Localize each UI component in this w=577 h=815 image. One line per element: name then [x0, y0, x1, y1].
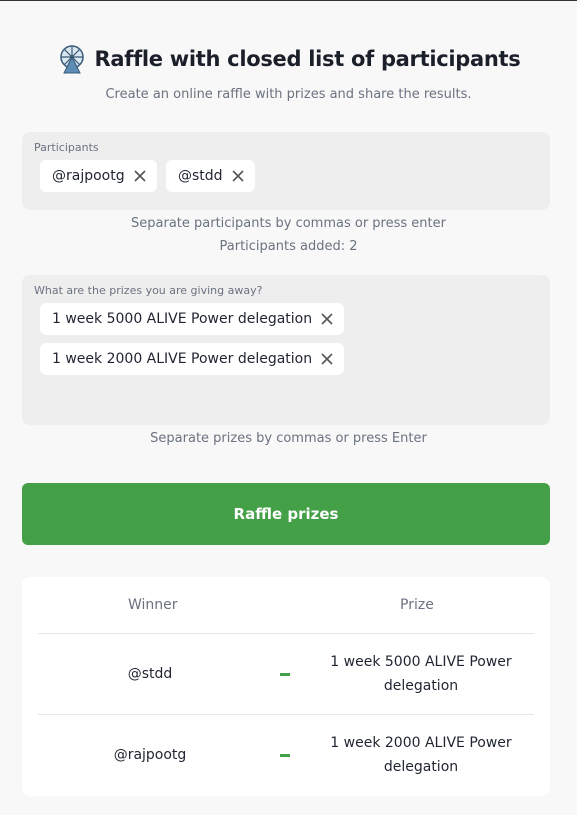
- prize-cell: 1 week 5000 ALIVE Power delegation: [330, 654, 512, 694]
- winner-cell: @stdd: [127, 666, 173, 682]
- dash-icon: [280, 673, 290, 676]
- prize-chip-label: 1 week 2000 ALIVE Power delegation: [52, 351, 313, 367]
- participant-chip: @rajpootg: [40, 160, 157, 192]
- results-table: Winner Prize @stdd 1 week 5000 ALIVE Pow…: [22, 577, 550, 796]
- page-header: Raffle with closed list of participants: [0, 44, 577, 74]
- winner-column-header: Winner: [128, 597, 178, 613]
- participant-chip-label: @stdd: [178, 168, 223, 184]
- ferris-wheel-icon: [59, 45, 84, 74]
- dash-icon: [280, 754, 290, 757]
- page-title: Raffle with closed list of participants: [94, 47, 521, 71]
- prize-chip: 1 week 5000 ALIVE Power delegation: [40, 303, 345, 335]
- table-row: @stdd 1 week 5000 ALIVE Power delegation: [22, 634, 550, 714]
- participant-chip: @stdd: [166, 160, 255, 192]
- remove-participant-icon[interactable]: [133, 169, 147, 183]
- prizes-hint: Separate prizes by commas or press Enter: [150, 431, 427, 446]
- participants-label: Participants: [34, 141, 99, 154]
- remove-participant-icon[interactable]: [231, 169, 245, 183]
- raffle-prizes-button[interactable]: Raffle prizes: [22, 483, 550, 545]
- participants-hint: Separate participants by commas or press…: [131, 216, 446, 231]
- prize-chip-label: 1 week 5000 ALIVE Power delegation: [52, 311, 313, 327]
- page-subtitle: Create an online raffle with prizes and …: [105, 87, 472, 102]
- remove-prize-icon[interactable]: [320, 312, 334, 326]
- prize-cell: 1 week 2000 ALIVE Power delegation: [330, 735, 512, 775]
- table-row: @rajpootg 1 week 2000 ALIVE Power delega…: [22, 715, 550, 795]
- participant-chip-label: @rajpootg: [52, 168, 125, 184]
- top-border: [0, 0, 577, 1]
- winner-cell: @rajpootg: [113, 747, 187, 763]
- prizes-input[interactable]: What are the prizes you are giving away?…: [22, 275, 550, 425]
- prizes-label: What are the prizes you are giving away?: [34, 284, 263, 297]
- remove-prize-icon[interactable]: [320, 352, 334, 366]
- participants-input[interactable]: Participants @rajpootg @stdd: [22, 132, 550, 210]
- participants-count: Participants added: 2: [219, 239, 358, 254]
- prize-column-header: Prize: [400, 597, 434, 613]
- prize-chip: 1 week 2000 ALIVE Power delegation: [40, 343, 345, 375]
